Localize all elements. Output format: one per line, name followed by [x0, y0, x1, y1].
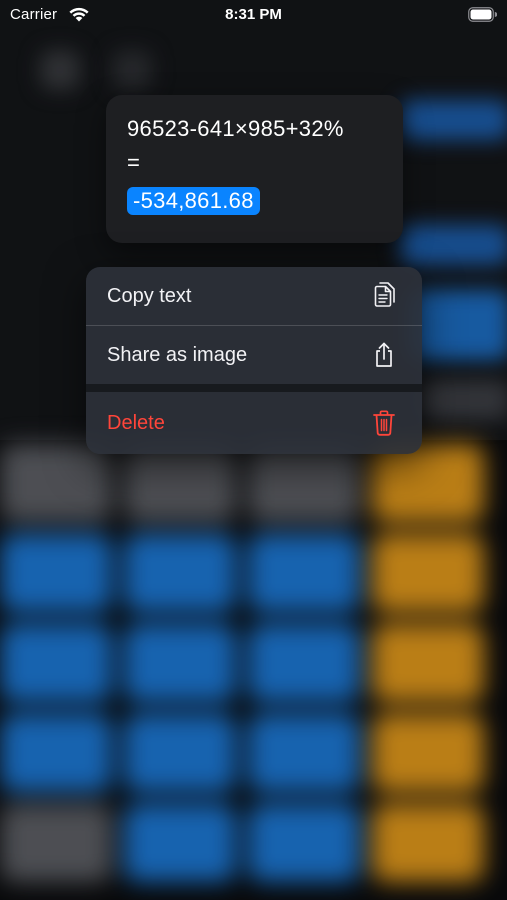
- copy-text-label: Copy text: [107, 285, 192, 307]
- delete-label: Delete: [107, 412, 165, 434]
- copy-icon: [374, 282, 395, 307]
- calculation-preview-card: 96523-641×985+32% = -534,861.68: [106, 95, 403, 243]
- share-icon: [376, 342, 392, 367]
- copy-text-menu-item[interactable]: Copy text: [86, 267, 422, 325]
- expression-text: 96523-641×985+32%: [127, 116, 344, 141]
- share-as-image-label: Share as image: [107, 344, 248, 366]
- menu-section-divider: [86, 384, 422, 392]
- equals-sign: =: [127, 150, 140, 175]
- status-bar: Carrier 8:31 PM: [0, 0, 507, 32]
- result-value: -534,861.68: [127, 187, 260, 215]
- battery-icon: [468, 7, 497, 22]
- trash-icon: [373, 410, 395, 436]
- clock: 8:31 PM: [225, 6, 282, 23]
- share-as-image-menu-item[interactable]: Share as image: [86, 326, 422, 384]
- delete-menu-item[interactable]: Delete: [86, 392, 422, 454]
- context-menu: Copy text Share as image Delete: [86, 267, 422, 454]
